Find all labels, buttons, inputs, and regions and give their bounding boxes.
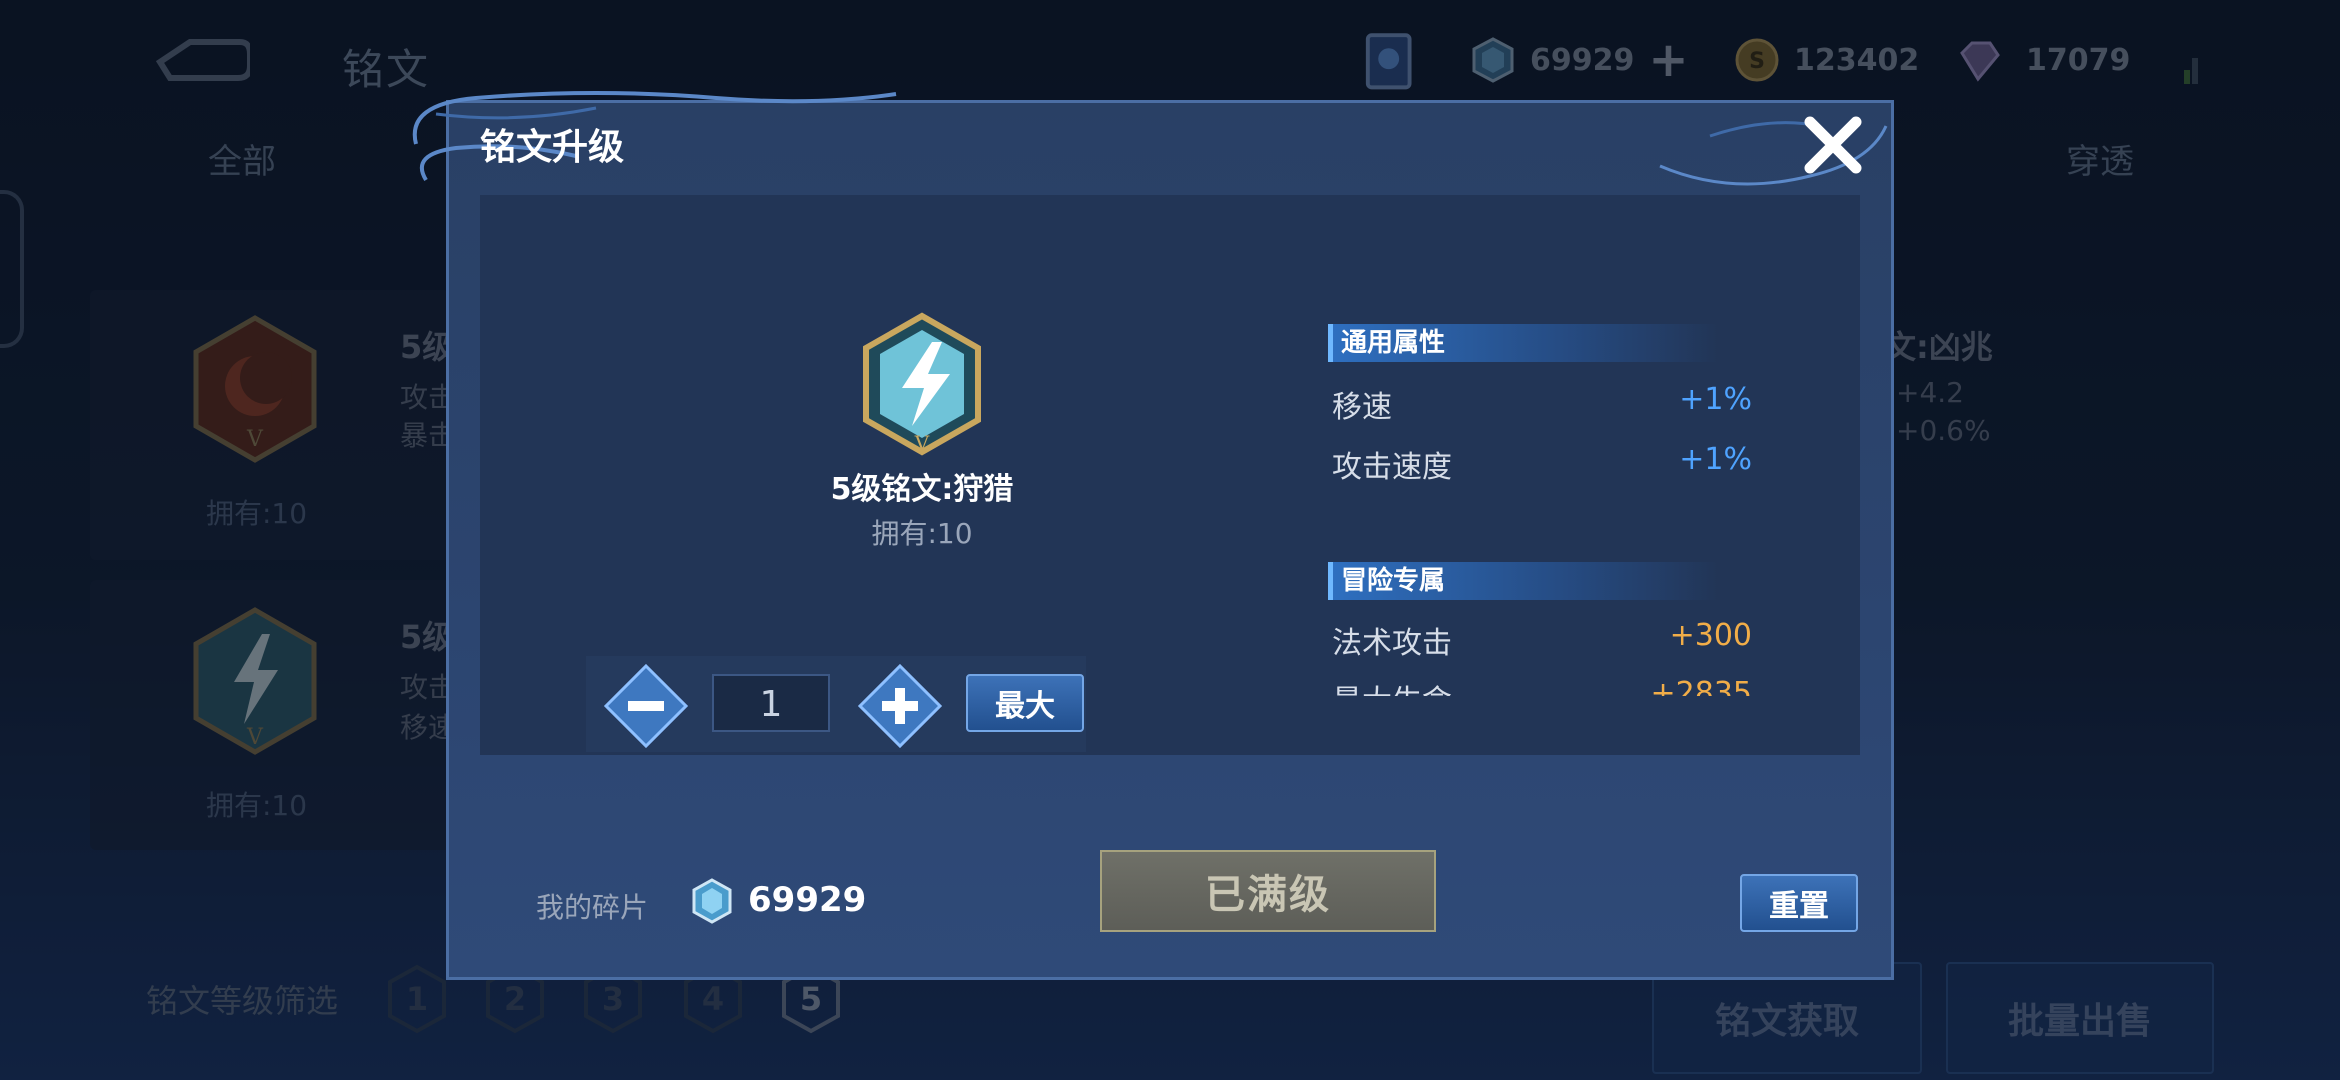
my-shards-label: 我的碎片 xyxy=(536,891,649,924)
stat-label: 最大生命 xyxy=(1332,676,1452,696)
stat-label: 攻击速度 xyxy=(1332,450,1452,485)
stat-value: +1% xyxy=(1679,442,1752,477)
max-quantity-button[interactable]: 最大 xyxy=(966,674,1084,732)
stat-label: 法术攻击 xyxy=(1332,626,1452,661)
svg-text:V: V xyxy=(914,431,930,455)
stat-row: 最大生命 +2835 xyxy=(1332,676,1752,696)
dialog-title: 铭文升级 xyxy=(480,127,625,168)
stat-value: +2835 xyxy=(1650,676,1752,696)
stat-row: 法术攻击 +300 xyxy=(1332,618,1752,662)
quantity-input[interactable]: 1 xyxy=(712,674,830,732)
stat-value: +1% xyxy=(1679,382,1752,417)
lightning-rune-icon: V xyxy=(863,312,981,456)
rune-owned-count: 拥有:10 xyxy=(871,517,973,550)
close-icon[interactable] xyxy=(1798,110,1868,180)
minus-icon[interactable] xyxy=(604,664,688,748)
shard-crystal-icon xyxy=(692,878,732,924)
stat-row: 攻击速度 +1% xyxy=(1332,442,1752,486)
my-shards-value: 69929 xyxy=(748,880,867,920)
plus-icon[interactable] xyxy=(858,664,942,748)
stat-label: 移速 xyxy=(1332,390,1392,425)
section-adventure-exclusive: 冒险专属 xyxy=(1328,562,1718,600)
stat-value: +300 xyxy=(1669,618,1752,653)
reset-button[interactable]: 重置 xyxy=(1740,874,1858,932)
stat-row: 移速 +1% xyxy=(1332,382,1752,426)
max-level-button[interactable]: 已满级 xyxy=(1100,850,1436,932)
rune-name: 5级铭文:狩猎 xyxy=(830,472,1014,507)
swirl-decoration xyxy=(412,91,897,182)
section-general-attributes: 通用属性 xyxy=(1328,324,1718,362)
stats-panel[interactable]: 通用属性 移速 +1% 攻击速度 +1% 冒险专属 法术攻击 +300 最大生命… xyxy=(1328,320,1778,696)
